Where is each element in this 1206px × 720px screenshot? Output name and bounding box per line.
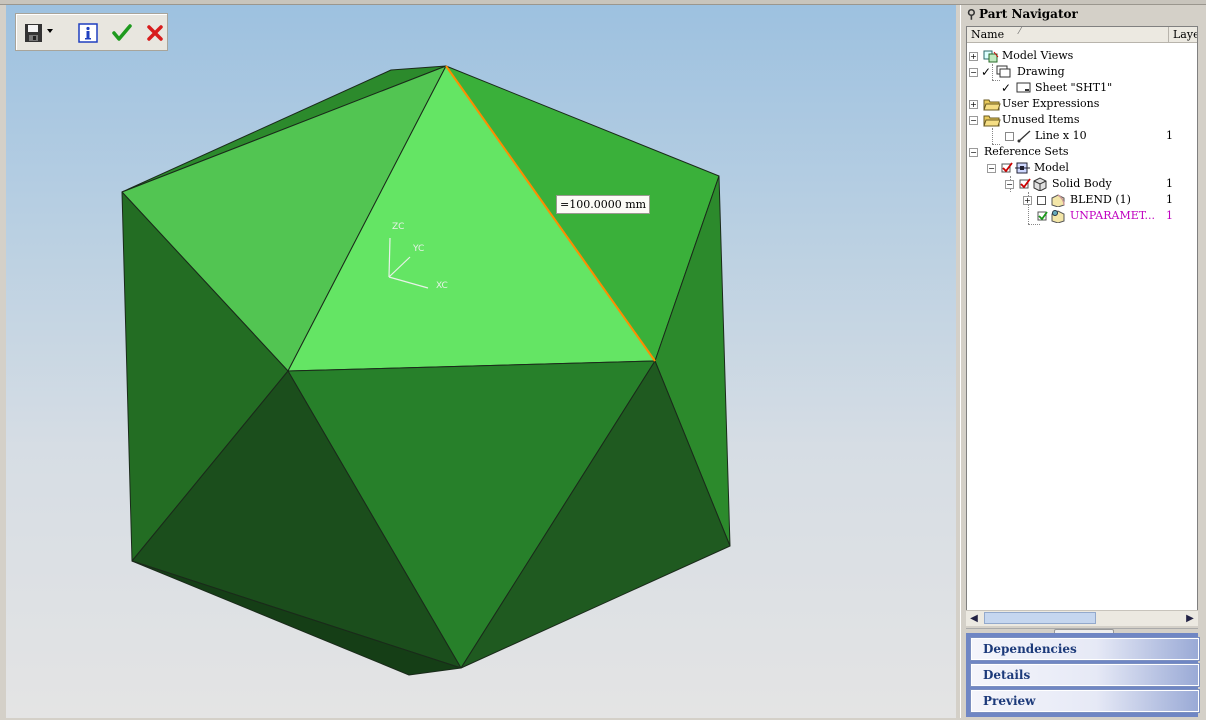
navigator-title-text: Part Navigator bbox=[979, 7, 1078, 21]
scroll-right-arrow-icon[interactable]: ▶ bbox=[1183, 612, 1197, 625]
checkmark-icon[interactable]: ✓ bbox=[981, 65, 991, 79]
column-layer-header[interactable]: Layer bbox=[1173, 28, 1197, 41]
triad-label-z: ZC bbox=[392, 222, 405, 232]
horizontal-scrollbar[interactable]: ◀ ▶ bbox=[966, 610, 1198, 626]
save-button[interactable] bbox=[22, 21, 46, 45]
tree-item-label: Reference Sets bbox=[984, 145, 1069, 158]
tree-item-label: Drawing bbox=[1017, 65, 1065, 78]
tree-item-label: BLEND (1) bbox=[1070, 193, 1131, 206]
part-navigator: ⚲Part Navigator Name ⁄ Layer + Model Vie… bbox=[960, 5, 1201, 718]
tree-item-sheet[interactable]: ✓ Sheet "SHT1" bbox=[967, 80, 1197, 96]
triad-label-y: YC bbox=[413, 244, 425, 254]
details-panel[interactable]: Details bbox=[970, 663, 1200, 687]
navigator-title: ⚲ Part Navigator bbox=[967, 7, 1078, 21]
dependencies-panel[interactable]: Dependencies bbox=[970, 637, 1200, 661]
scrollbar-thumb[interactable] bbox=[984, 612, 1096, 624]
navigator-panels: Dependencies Details Preview bbox=[966, 633, 1200, 717]
checkmark-icon[interactable]: ✓ bbox=[1001, 81, 1011, 95]
column-separator[interactable] bbox=[1168, 27, 1169, 42]
tree-connector bbox=[1028, 224, 1040, 225]
layer-value: 1 bbox=[1166, 193, 1173, 206]
cancel-icon bbox=[147, 25, 163, 41]
graphics-viewport[interactable]: ZC YC XC =100.0000 mm bbox=[6, 5, 956, 718]
collapse-icon[interactable]: − bbox=[1005, 180, 1014, 189]
collapse-icon[interactable]: − bbox=[969, 116, 978, 125]
model-icon bbox=[1015, 161, 1031, 175]
layer-value: 1 bbox=[1166, 209, 1173, 222]
folder-icon bbox=[983, 97, 1001, 111]
checkbox-checked-icon[interactable] bbox=[1019, 177, 1031, 191]
tree-item-model-views[interactable]: + Model Views bbox=[967, 48, 1197, 64]
tree-item-model[interactable]: − Model bbox=[967, 160, 1197, 176]
expand-icon[interactable]: + bbox=[969, 100, 978, 109]
navigator-pin-icon[interactable]: ⚲ bbox=[967, 7, 979, 21]
model-views-icon bbox=[983, 49, 999, 63]
tree-item-label: Model bbox=[1034, 161, 1069, 174]
tree-item-label: Unused Items bbox=[1002, 113, 1080, 126]
info-button[interactable] bbox=[76, 21, 100, 45]
tree-item-drawing[interactable]: − ✓ Drawing bbox=[967, 64, 1197, 80]
checkbox-checked-icon[interactable] bbox=[1037, 209, 1049, 223]
line-icon bbox=[1017, 129, 1033, 143]
column-name-header[interactable]: Name bbox=[971, 28, 1004, 41]
dimension-label: =100.0000 mm bbox=[556, 195, 651, 214]
triad-label-x: XC bbox=[436, 281, 448, 291]
tree-item-label: Line x 10 bbox=[1035, 129, 1087, 142]
collapse-icon[interactable]: − bbox=[969, 68, 978, 77]
tree-item-solid-body[interactable]: − Solid Body 1 bbox=[967, 176, 1197, 192]
tree-item-unparameterized[interactable]: UNPARAMET... 1 bbox=[967, 208, 1197, 224]
drawing-icon bbox=[996, 65, 1012, 79]
collapse-icon[interactable]: − bbox=[987, 164, 996, 173]
visibility-checkbox[interactable] bbox=[1005, 132, 1014, 141]
tree-item-blend[interactable]: + BLEND (1) 1 bbox=[967, 192, 1197, 208]
expand-icon[interactable]: + bbox=[1023, 196, 1032, 205]
tree-item-label: User Expressions bbox=[1002, 97, 1100, 110]
solid-body-icon bbox=[1032, 177, 1048, 191]
tree-item-unused-items[interactable]: − Unused Items bbox=[967, 112, 1197, 128]
tree-item-label: UNPARAMET... bbox=[1070, 209, 1155, 222]
sort-indicator-icon: ⁄ bbox=[1019, 27, 1021, 37]
tree-item-label: Solid Body bbox=[1052, 177, 1112, 190]
cancel-button[interactable] bbox=[143, 21, 167, 45]
tree-item-label: Model Views bbox=[1002, 49, 1074, 62]
blend-icon bbox=[1050, 193, 1066, 207]
layer-value: 1 bbox=[1166, 129, 1173, 142]
tree-item-label: Sheet "SHT1" bbox=[1035, 81, 1113, 94]
selection-toolbar bbox=[15, 13, 168, 51]
icosahedron-model[interactable] bbox=[6, 5, 956, 718]
visibility-checkbox[interactable] bbox=[1037, 196, 1046, 205]
information-icon bbox=[78, 23, 98, 43]
sheet-icon bbox=[1016, 81, 1032, 95]
preview-panel[interactable]: Preview bbox=[970, 689, 1200, 713]
checkmark-icon bbox=[112, 24, 132, 41]
unparameterized-feature-icon bbox=[1050, 209, 1066, 223]
save-dropdown-arrow[interactable] bbox=[47, 29, 53, 33]
tree-item-reference-sets[interactable]: − Reference Sets bbox=[967, 144, 1197, 160]
checkbox-checked-icon[interactable] bbox=[1001, 161, 1013, 175]
tree-item-user-expressions[interactable]: + User Expressions bbox=[967, 96, 1197, 112]
collapse-icon[interactable]: − bbox=[969, 148, 978, 157]
tree-header: Name ⁄ Layer bbox=[967, 27, 1197, 43]
folder-icon bbox=[983, 113, 1001, 127]
scroll-left-arrow-icon[interactable]: ◀ bbox=[967, 612, 981, 625]
expand-icon[interactable]: + bbox=[969, 52, 978, 61]
layer-value: 1 bbox=[1166, 177, 1173, 190]
tree-item-line[interactable]: Line x 10 1 bbox=[967, 128, 1197, 144]
navigator-tree[interactable]: Name ⁄ Layer + Model Views − ✓ D bbox=[966, 26, 1198, 615]
ok-button[interactable] bbox=[110, 21, 134, 45]
save-icon bbox=[25, 24, 42, 42]
